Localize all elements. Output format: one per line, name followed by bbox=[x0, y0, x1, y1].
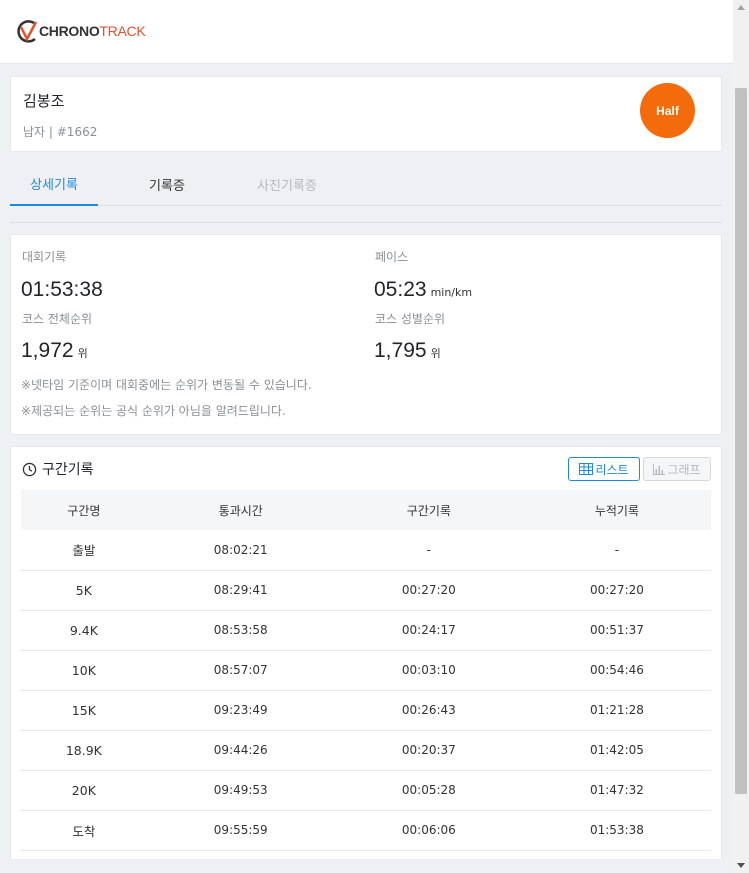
segment-cell: 15K bbox=[21, 690, 147, 731]
pass-time-cell: 08:53:58 bbox=[146, 610, 335, 651]
splits-card: 구간기록 리스트 그래프 구간명 통과시간 구간기록 누적기록 출발 08:02:… bbox=[10, 446, 722, 859]
gender-rank-display: 1,795 위 bbox=[374, 339, 441, 363]
runner-info: 남자 | #1662 bbox=[23, 125, 98, 139]
cumulative-time-cell: 01:47:32 bbox=[522, 770, 711, 811]
segment-cell: 10K bbox=[21, 650, 147, 691]
list-view-label: 리스트 bbox=[595, 462, 629, 477]
scrollbar[interactable] bbox=[733, 0, 749, 873]
pace-display: 05:23 min/km bbox=[374, 278, 472, 302]
cumulative-time-cell: 00:54:46 bbox=[522, 650, 711, 691]
tab-detail-record[interactable]: 상세기록 bbox=[10, 163, 98, 206]
record-card: 대회기록 01:53:38 페이스 05:23 min/km 코스 전체순위 1,… bbox=[10, 234, 722, 435]
logo-text: CHRONOTRACK bbox=[39, 23, 146, 39]
clock-icon bbox=[22, 462, 37, 476]
segment-cell: 9.4K bbox=[21, 610, 147, 651]
overall-rank-display: 1,972 위 bbox=[21, 339, 88, 363]
table-row: 출발 08:02:21- - bbox=[21, 530, 711, 571]
cumulative-time-cell: - bbox=[522, 530, 711, 571]
pass-time-cell: 09:49:53 bbox=[146, 770, 335, 811]
cumulative-time-cell: 00:51:37 bbox=[522, 610, 711, 651]
table-row: 20K 09:49:53 00:05:28 01:47:32 bbox=[21, 770, 711, 811]
split-time-cell: - bbox=[334, 530, 523, 571]
list-view-button[interactable]: 리스트 bbox=[568, 457, 640, 481]
split-time-cell: 00:03:10 bbox=[334, 650, 523, 691]
split-time-cell: 00:27:20 bbox=[334, 570, 523, 611]
cumulative-time-cell: 01:21:28 bbox=[522, 690, 711, 731]
runner-card: 김봉조 남자 | #1662 Half bbox=[10, 76, 722, 152]
col-segment: 구간명 bbox=[21, 490, 147, 530]
tab-certificate[interactable]: 기록증 bbox=[122, 163, 212, 206]
scrollbar-thumb[interactable] bbox=[735, 88, 747, 794]
runner-name: 김봉조 bbox=[23, 92, 65, 110]
table-row: 15K 09:23:49 00:26:43 01:21:28 bbox=[21, 690, 711, 731]
splits-title-text: 구간기록 bbox=[42, 462, 94, 478]
table-row: 5K 08:29:41 00:27:20 00:27:20 bbox=[21, 570, 711, 611]
cumulative-time-cell: 01:42:05 bbox=[522, 730, 711, 771]
pace-unit: min/km bbox=[430, 286, 473, 299]
table-row: 10K 08:57:07 00:03:10 00:54:46 bbox=[21, 650, 711, 691]
col-pass-time: 통과시간 bbox=[146, 490, 335, 530]
pace-value: 05:23 bbox=[374, 278, 427, 301]
race-time-label: 대회기록 bbox=[22, 250, 67, 264]
tab-bar: 상세기록 기록증 사진기록증 bbox=[10, 163, 722, 206]
segment-cell: 도착 bbox=[21, 810, 147, 851]
rank-note-1: ※넷타임 기준이며 대회중에는 순위가 변동될 수 있습니다. bbox=[21, 378, 312, 392]
pass-time-cell: 09:55:59 bbox=[146, 810, 335, 851]
course-badge: Half bbox=[640, 83, 695, 138]
table-row: 9.4K 08:53:58 00:24:17 00:51:37 bbox=[21, 610, 711, 651]
pass-time-cell: 08:57:07 bbox=[146, 650, 335, 691]
split-time-cell: 00:20:37 bbox=[334, 730, 523, 771]
chronotrack-logo-icon bbox=[17, 20, 38, 43]
split-time-cell: 00:06:06 bbox=[334, 810, 523, 851]
overall-rank-label: 코스 전체순위 bbox=[22, 312, 93, 326]
pass-time-cell: 08:02:21 bbox=[146, 530, 335, 571]
scroll-up-arrow-icon[interactable] bbox=[737, 5, 745, 10]
table-icon bbox=[579, 463, 594, 475]
bar-chart-icon bbox=[653, 463, 666, 475]
overall-rank-value: 1,972 bbox=[21, 339, 74, 362]
gender-rank-unit: 위 bbox=[430, 347, 441, 360]
table-row: 18.9K 09:44:26 00:20:37 01:42:05 bbox=[21, 730, 711, 771]
splits-title: 구간기록 bbox=[22, 459, 94, 479]
top-bar: CHRONOTRACK bbox=[0, 0, 733, 64]
divider bbox=[10, 222, 722, 223]
overall-rank-unit: 위 bbox=[77, 347, 88, 360]
cumulative-time-cell: 01:53:38 bbox=[522, 810, 711, 851]
splits-table: 구간명 통과시간 구간기록 누적기록 출발 08:02:21- - 5K 08:29:… bbox=[21, 490, 711, 851]
gender-rank-value: 1,795 bbox=[374, 339, 427, 362]
pass-time-cell: 09:23:49 bbox=[146, 690, 335, 731]
table-header-row: 구간명 통과시간 구간기록 누적기록 bbox=[21, 490, 711, 530]
tab-photo-certificate[interactable]: 사진기록증 bbox=[232, 163, 342, 206]
pass-time-cell: 09:44:26 bbox=[146, 730, 335, 771]
segment-cell: 20K bbox=[21, 770, 147, 811]
graph-view-label: 그래프 bbox=[667, 462, 701, 477]
scroll-down-arrow-icon[interactable] bbox=[737, 863, 745, 868]
rank-note-2: ※제공되는 순위는 공식 순위가 아님을 알려드립니다. bbox=[21, 404, 286, 418]
split-time-cell: 00:26:43 bbox=[334, 690, 523, 731]
graph-view-button[interactable]: 그래프 bbox=[643, 457, 711, 481]
segment-cell: 출발 bbox=[21, 530, 147, 571]
col-split-time: 구간기록 bbox=[334, 490, 523, 530]
split-time-cell: 00:24:17 bbox=[334, 610, 523, 651]
race-time-value: 01:53:38 bbox=[21, 278, 103, 301]
pace-label: 페이스 bbox=[375, 250, 409, 264]
pass-time-cell: 08:29:41 bbox=[146, 570, 335, 611]
split-time-cell: 00:05:28 bbox=[334, 770, 523, 811]
table-row: 도착 09:55:59 00:06:06 01:53:38 bbox=[21, 810, 711, 851]
gender-rank-label: 코스 성별순위 bbox=[375, 312, 446, 326]
cumulative-time-cell: 00:27:20 bbox=[522, 570, 711, 611]
segment-cell: 18.9K bbox=[21, 730, 147, 771]
chronotrack-logo[interactable]: CHRONOTRACK bbox=[14, 14, 146, 48]
segment-cell: 5K bbox=[21, 570, 147, 611]
col-cumulative-time: 누적기록 bbox=[522, 490, 711, 530]
